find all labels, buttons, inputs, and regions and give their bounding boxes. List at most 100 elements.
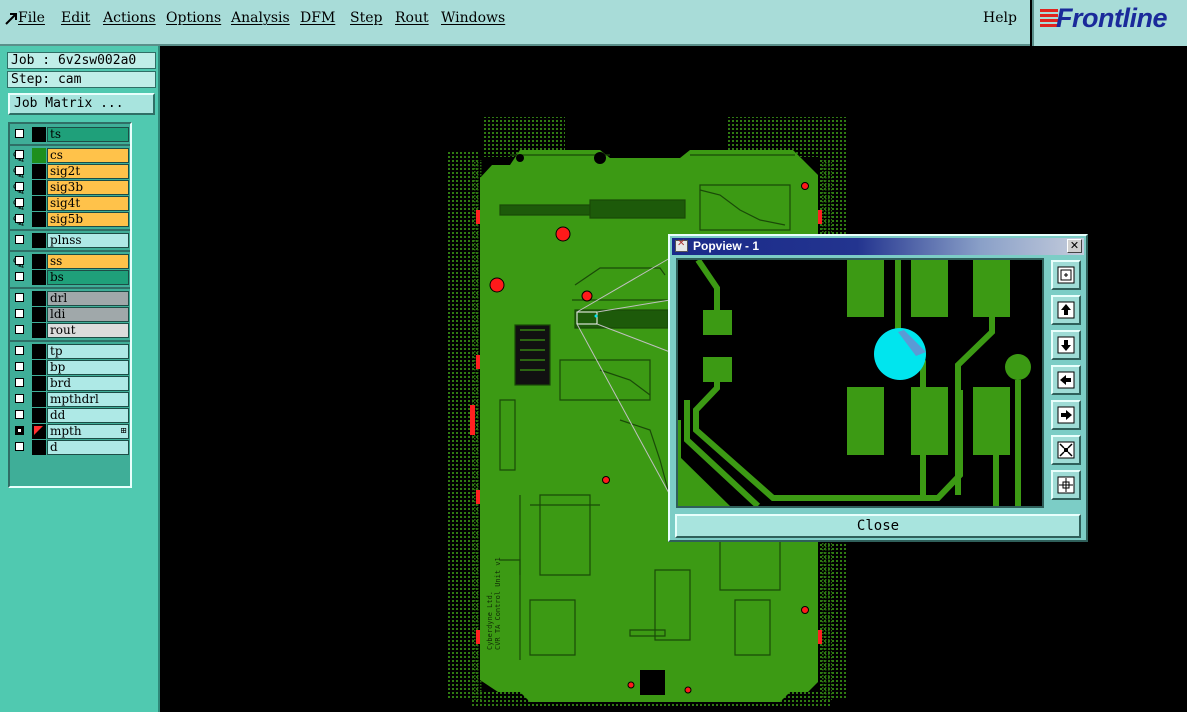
menu-rout[interactable]: Rout: [395, 10, 429, 26]
menu-options[interactable]: Options: [166, 10, 221, 26]
zoom-out-button[interactable]: [1051, 435, 1081, 465]
menu-actions[interactable]: Actions: [103, 10, 156, 26]
layer-affected-indicator[interactable]: [32, 376, 46, 391]
layer-row-dd[interactable]: dd: [12, 408, 130, 423]
layer-checkbox[interactable]: [15, 198, 24, 207]
layer-name[interactable]: sig3b: [47, 180, 129, 195]
pan-right-button[interactable]: [1051, 400, 1081, 430]
layer-row-ss[interactable]: ss✎: [12, 254, 130, 273]
layer-menu-icon[interactable]: ⊞: [120, 426, 127, 435]
pan-down-button[interactable]: [1051, 330, 1081, 360]
layer-affected-indicator[interactable]: [32, 344, 46, 359]
layer-checkbox[interactable]: [15, 235, 24, 244]
layer-checkbox[interactable]: [15, 166, 24, 175]
layer-checkbox[interactable]: [15, 309, 24, 318]
zoomed-pcb-detail[interactable]: [678, 260, 1042, 506]
layer-checkbox[interactable]: [15, 214, 24, 223]
layer-checkbox[interactable]: [15, 272, 24, 281]
menu-analysis[interactable]: Analysis: [231, 10, 290, 26]
layer-checkbox[interactable]: [15, 256, 24, 265]
close-button[interactable]: Close: [675, 514, 1081, 538]
popview-titlebar[interactable]: Popview - 1 ✕: [672, 238, 1084, 255]
layer-name[interactable]: plnss: [47, 233, 129, 248]
layer-row-d[interactable]: d: [12, 440, 130, 455]
layer-row-sig3b[interactable]: sig3b✎: [12, 180, 130, 199]
menu-edit[interactable]: Edit: [61, 10, 90, 26]
layer-affected-indicator[interactable]: [32, 196, 46, 211]
layer-row-brd[interactable]: brd: [12, 376, 130, 391]
layer-checkbox[interactable]: [15, 362, 24, 371]
layer-checkbox[interactable]: [15, 426, 24, 435]
layer-row-tp[interactable]: tp: [12, 344, 130, 359]
layer-row-sig2t[interactable]: sig2t✎: [12, 164, 130, 183]
menu-windows[interactable]: Windows: [441, 10, 505, 26]
layer-row-bp[interactable]: bp: [12, 360, 130, 375]
close-icon[interactable]: ✕: [1067, 239, 1082, 253]
layer-affected-indicator[interactable]: [32, 408, 46, 423]
layer-row-sig5b[interactable]: sig5b✎: [12, 212, 130, 231]
layer-affected-indicator[interactable]: [32, 233, 46, 248]
menu-help[interactable]: Help: [983, 10, 1017, 26]
layer-affected-indicator[interactable]: [32, 164, 46, 179]
layer-row-plnss[interactable]: plnss: [12, 233, 130, 248]
layer-row-mpth[interactable]: mpth ⊞: [12, 424, 130, 439]
layer-checkbox[interactable]: [15, 410, 24, 419]
layer-checkbox[interactable]: [15, 129, 24, 138]
layer-name[interactable]: rout: [47, 323, 129, 338]
layer-checkbox[interactable]: [15, 378, 24, 387]
layer-checkbox[interactable]: [15, 293, 24, 302]
layer-name[interactable]: ss: [47, 254, 129, 269]
layer-row-cs[interactable]: cs✎: [12, 148, 130, 167]
layer-name[interactable]: sig4t: [47, 196, 129, 211]
layer-checkbox[interactable]: [15, 150, 24, 159]
layer-name[interactable]: bp: [47, 360, 129, 375]
layer-affected-indicator[interactable]: [32, 270, 46, 285]
layer-affected-indicator[interactable]: [32, 440, 46, 455]
layer-name[interactable]: d: [47, 440, 129, 455]
layer-affected-indicator[interactable]: [32, 180, 46, 195]
popview-zoom-view[interactable]: [676, 258, 1044, 508]
layer-row-rout[interactable]: rout: [12, 323, 130, 338]
layer-affected-indicator[interactable]: [32, 127, 46, 142]
layer-row-ts[interactable]: ts: [12, 127, 130, 142]
work-layer-pointer-icon[interactable]: [32, 424, 46, 439]
layer-affected-indicator[interactable]: [32, 392, 46, 407]
menu-step[interactable]: Step: [350, 10, 382, 26]
layer-name[interactable]: mpth: [47, 424, 129, 439]
layer-affected-indicator[interactable]: [32, 323, 46, 338]
job-matrix-button[interactable]: Job Matrix ...: [8, 93, 155, 115]
layer-checkbox[interactable]: [15, 182, 24, 191]
layer-name[interactable]: ts: [47, 127, 129, 142]
layer-row-bs[interactable]: bs: [12, 270, 130, 285]
layer-checkbox[interactable]: [15, 346, 24, 355]
layer-affected-indicator[interactable]: [32, 254, 46, 269]
layer-checkbox[interactable]: [15, 442, 24, 451]
layer-name[interactable]: sig2t: [47, 164, 129, 179]
layer-name[interactable]: dd: [47, 408, 129, 423]
pan-up-button[interactable]: [1051, 295, 1081, 325]
pan-left-button[interactable]: [1051, 365, 1081, 395]
layer-row-drl[interactable]: drl: [12, 291, 130, 306]
layer-row-ldi[interactable]: ldi: [12, 307, 130, 322]
layer-row-mpthdrl[interactable]: mpthdrl: [12, 392, 130, 407]
layer-name[interactable]: sig5b: [47, 212, 129, 227]
layer-name[interactable]: brd: [47, 376, 129, 391]
layer-name[interactable]: drl: [47, 291, 129, 306]
zoom-fit-button[interactable]: [1051, 260, 1081, 290]
layer-affected-indicator[interactable]: [32, 360, 46, 375]
layer-name[interactable]: mpthdrl: [47, 392, 129, 407]
layer-name[interactable]: tp: [47, 344, 129, 359]
layer-affected-indicator[interactable]: [32, 212, 46, 227]
layer-name[interactable]: bs: [47, 270, 129, 285]
layer-affected-indicator[interactable]: [32, 148, 46, 163]
layer-affected-indicator[interactable]: [32, 307, 46, 322]
layer-row-sig4t[interactable]: sig4t✎: [12, 196, 130, 215]
layer-checkbox[interactable]: [15, 394, 24, 403]
layer-checkbox[interactable]: [15, 325, 24, 334]
menu-file[interactable]: File: [18, 10, 45, 26]
zoom-in-button[interactable]: [1051, 470, 1081, 500]
layer-affected-indicator[interactable]: [32, 291, 46, 306]
layer-name[interactable]: ldi: [47, 307, 129, 322]
layer-name[interactable]: cs: [47, 148, 129, 163]
menu-dfm[interactable]: DFM: [300, 10, 335, 26]
